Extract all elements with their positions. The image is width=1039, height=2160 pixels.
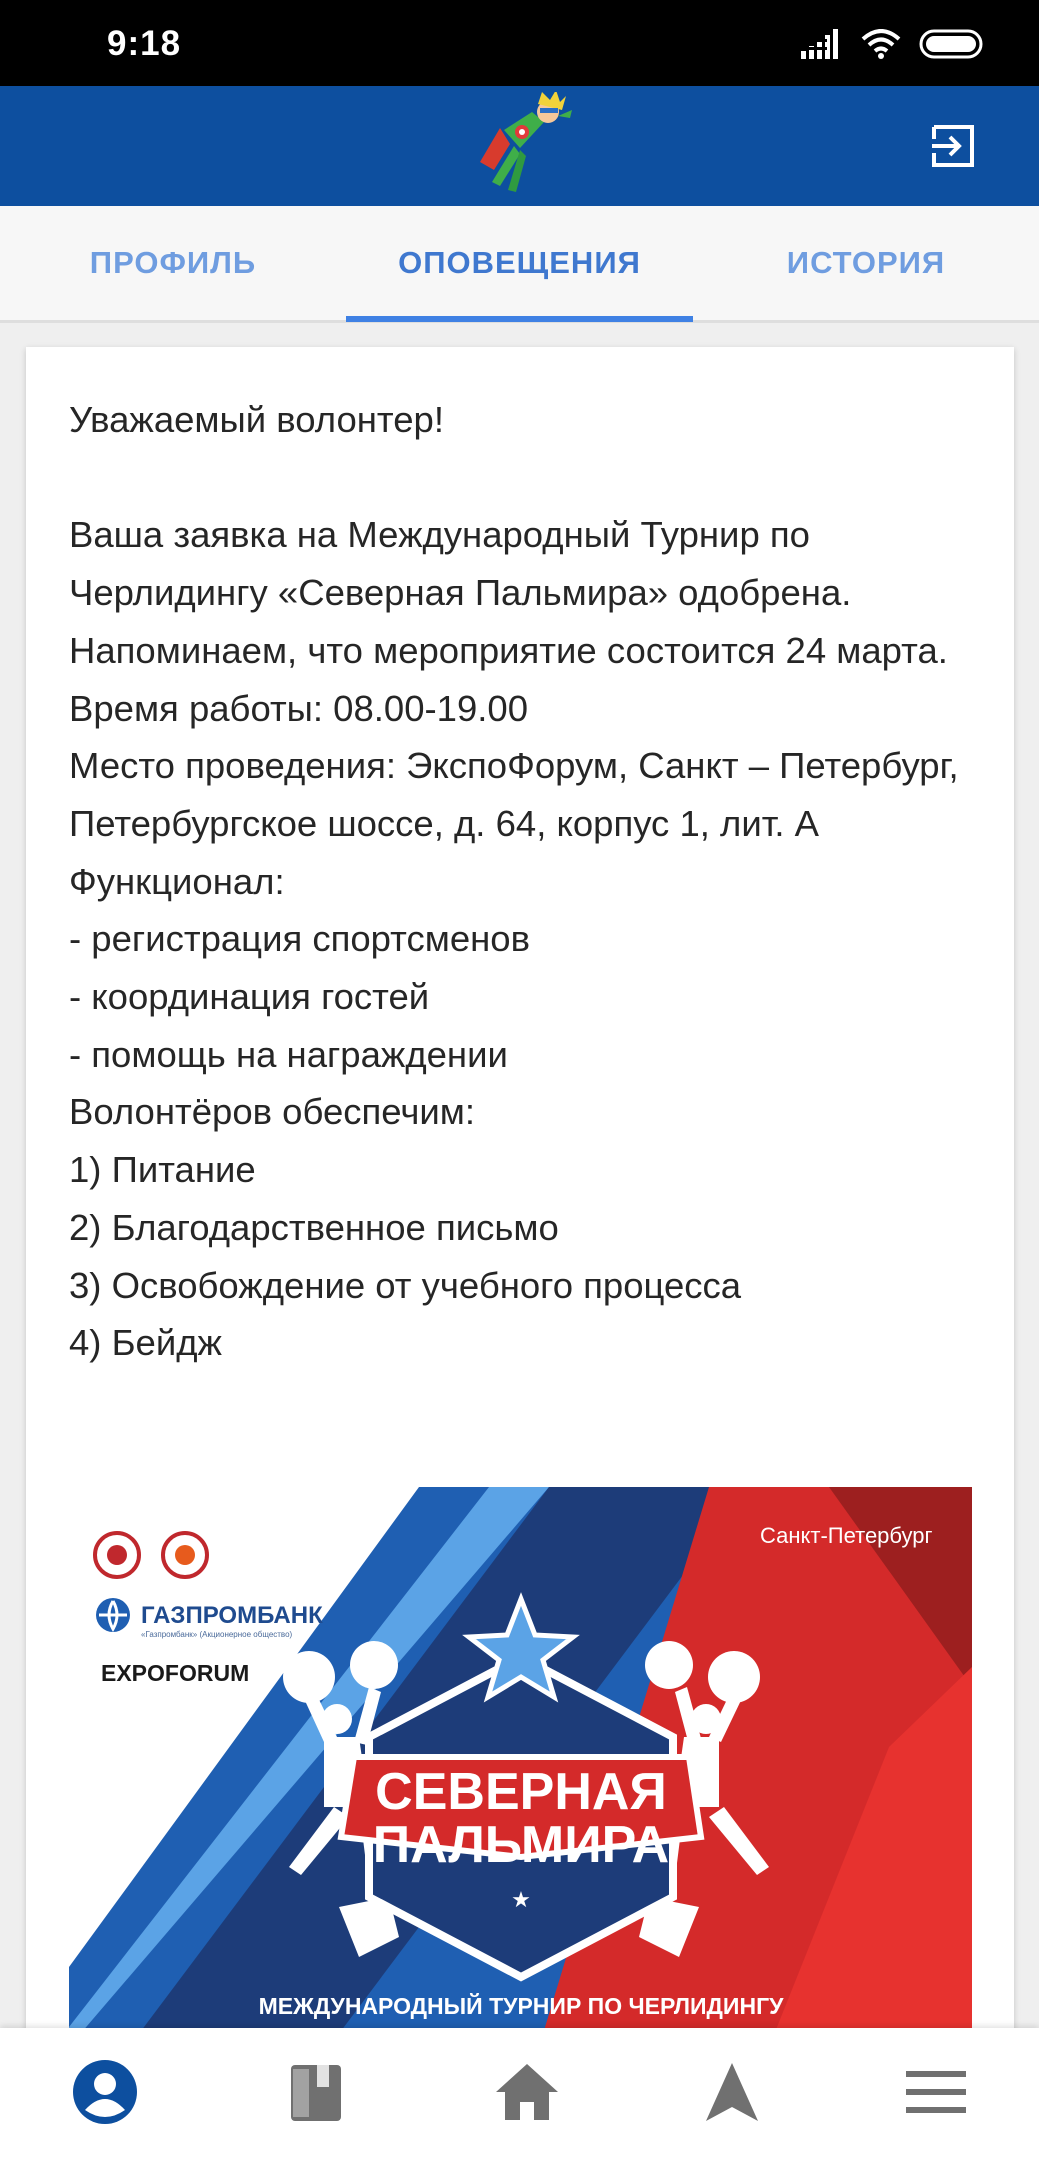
app-bar: [0, 86, 1039, 206]
account-circle-icon: [73, 2060, 137, 2124]
expoforum-logo-text: EXPOFORUM: [101, 1660, 249, 1686]
notification-line: Место проведения: ЭкспоФорум, Санкт – Пе…: [69, 745, 959, 844]
tab-bar: ПРОФИЛЬ ОПОВЕЩЕНИЯ ИСТОРИЯ: [0, 206, 1039, 323]
notification-line: Время работы: 08.00-19.00: [69, 687, 529, 729]
nav-home[interactable]: [487, 2052, 567, 2132]
notification-text: Уважаемый волонтер! Ваша заявка на Между…: [69, 391, 979, 1372]
tab-active-indicator: [346, 316, 693, 322]
notification-line: - координация гостей: [69, 976, 430, 1018]
nav-navigate[interactable]: [692, 2052, 772, 2132]
notification-line: - помощь на награждении: [69, 1033, 508, 1075]
banner-title-line1: СЕВЕРНАЯ: [375, 1763, 667, 1821]
logout-icon[interactable]: [930, 123, 976, 169]
battery-icon: [919, 29, 983, 59]
banner-city: Санкт-Петербург: [760, 1523, 933, 1548]
notification-line: Волонтёров обеспечим:: [69, 1091, 475, 1133]
event-banner-image[interactable]: ГАЗПРОМБАНК «Газпромбанк» (Акционерное о…: [69, 1487, 972, 2047]
notification-line: 3) Освобождение от учебного процесса: [69, 1264, 742, 1306]
menu-icon: [906, 2071, 966, 2113]
home-icon: [496, 2064, 558, 2120]
bottom-navigation: [0, 2028, 1039, 2160]
status-bar: 9:18: [0, 0, 1039, 86]
banner-subtitle: МЕЖДУНАРОДНЫЙ ТУРНИР ПО ЧЕРЛИДИНГУ: [259, 1992, 785, 2019]
status-icons: [801, 24, 985, 64]
tab-notifications[interactable]: ОПОВЕЩЕНИЯ: [346, 206, 693, 320]
tab-profile[interactable]: ПРОФИЛЬ: [0, 206, 346, 320]
notification-greeting: Уважаемый волонтер!: [69, 399, 444, 440]
signal-icon: [801, 29, 838, 59]
banner-title-line2: ПАЛЬМИРА: [373, 1816, 670, 1874]
superhero-mascot-logo: [480, 92, 572, 192]
notification-line: 4) Бейдж: [69, 1322, 222, 1364]
status-time: 9:18: [107, 24, 182, 63]
navigation-arrow-icon: [706, 2063, 758, 2121]
nav-profile[interactable]: [65, 2052, 145, 2132]
nav-menu[interactable]: [896, 2052, 976, 2132]
notification-card: Уважаемый волонтер! Ваша заявка на Между…: [26, 347, 1014, 2047]
book-icon: [291, 2065, 341, 2121]
nav-book[interactable]: [276, 2052, 356, 2132]
notification-line: Напоминаем, что мероприятие состоится 24…: [69, 629, 948, 671]
wifi-icon: [861, 29, 901, 59]
gazprombank-logo-text: ГАЗПРОМБАНК: [141, 1602, 323, 1629]
notification-line: Функционал:: [69, 860, 285, 902]
notification-line: - регистрация спортсменов: [69, 918, 530, 960]
notification-line: 1) Питание: [69, 1149, 256, 1191]
tab-history[interactable]: ИСТОРИЯ: [693, 206, 1039, 320]
gazprombank-logo-subtitle: «Газпромбанк» (Акционерное общество): [141, 1630, 293, 1639]
svg-text:★: ★: [511, 1888, 531, 1913]
notification-line: 2) Благодарственное письмо: [69, 1206, 559, 1248]
notification-line: Ваша заявка на Международный Турнир по Ч…: [69, 514, 852, 614]
